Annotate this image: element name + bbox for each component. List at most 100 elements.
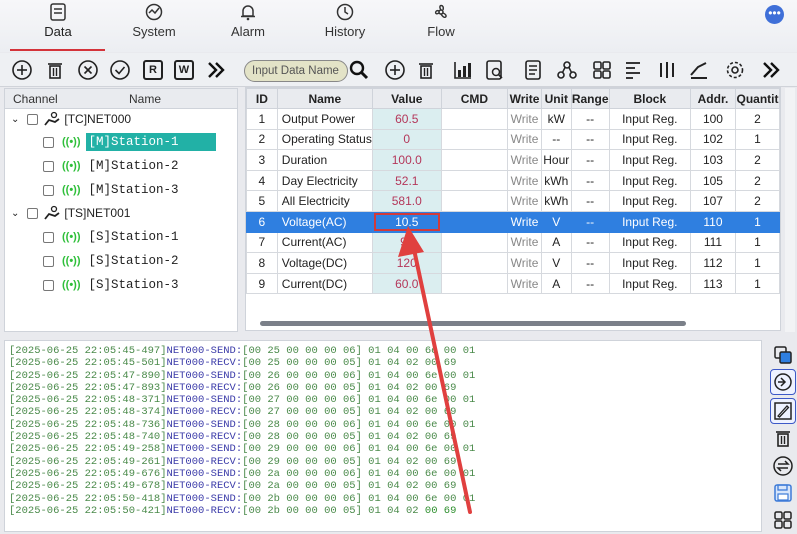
node-checkbox[interactable]: [43, 279, 54, 291]
node-checkbox[interactable]: [43, 255, 54, 267]
inspect-button[interactable]: [482, 57, 508, 83]
copy-log-button[interactable]: [770, 342, 796, 368]
tree-group-node[interactable]: ⌄ [TC]NET000: [5, 108, 237, 130]
table-cell[interactable]: Write: [507, 108, 542, 130]
table-cell[interactable]: Write: [507, 190, 542, 212]
table-row[interactable]: 6 Voltage(AC) 10.5 Write V -- Input Reg. 110 1: [246, 210, 780, 233]
expand-button[interactable]: [203, 57, 229, 83]
table-cell[interactable]: Write: [507, 149, 542, 171]
more-tools-button[interactable]: [758, 57, 784, 83]
read-button[interactable]: R: [140, 57, 166, 83]
tree-station-node[interactable]: ((•)) [M]Station-1: [5, 131, 237, 153]
save-log-button[interactable]: [770, 480, 796, 506]
table-cell[interactable]: [440, 190, 509, 212]
column-header[interactable]: Name: [276, 88, 373, 109]
menu-flow[interactable]: Flow: [424, 2, 458, 50]
table-cell[interactable]: 100.0: [371, 149, 442, 171]
node-checkbox[interactable]: [43, 136, 54, 148]
column-header[interactable]: Value: [371, 88, 442, 109]
table-cell[interactable]: [440, 272, 509, 295]
column-header[interactable]: CMD: [440, 88, 509, 109]
layout-button[interactable]: [770, 507, 796, 533]
more-options-button[interactable]: •••: [765, 5, 784, 24]
column-header[interactable]: Block: [608, 88, 691, 109]
table-row[interactable]: 5 All Electricity 581.0 Write kWh -- Input Reg…: [246, 190, 780, 212]
tree-station-node[interactable]: ((•)) [M]Station-2: [5, 155, 237, 177]
chart-button[interactable]: [450, 57, 476, 83]
table-cell[interactable]: 52.1: [371, 169, 442, 192]
write-button[interactable]: W: [171, 57, 197, 83]
pause-log-button[interactable]: [770, 398, 796, 424]
table-row[interactable]: 1 Output Power 60.5 Write kW -- Input Reg. 100 2: [246, 108, 780, 130]
tree-station-node[interactable]: ((•)) [S]Station-1: [5, 226, 237, 248]
table-cell[interactable]: 92: [371, 231, 442, 254]
table-cell[interactable]: [440, 149, 509, 171]
table-horizontal-scrollbar[interactable]: [260, 321, 686, 326]
chevron-down-icon[interactable]: ⌄: [11, 114, 19, 125]
node-checkbox[interactable]: [43, 184, 54, 196]
table-row[interactable]: 8 Voltage(DC) 120 Write V -- Input Reg. 112 1: [246, 252, 780, 274]
table-cell[interactable]: Write: [507, 272, 542, 295]
tree-station-node[interactable]: ((•)) [S]Station-2: [5, 250, 237, 272]
table-cell[interactable]: [440, 210, 509, 233]
data-name-search-input[interactable]: Input Data Name: [244, 60, 348, 82]
table-row[interactable]: 3 Duration 100.0 Write Hour -- Input Reg. 103 2: [246, 149, 780, 171]
column-header[interactable]: Range: [570, 88, 610, 109]
table-cell[interactable]: 120: [371, 252, 442, 274]
column-header[interactable]: Addr.: [689, 88, 737, 109]
add-data-button[interactable]: [382, 57, 408, 83]
table-cell[interactable]: 581.0: [371, 190, 442, 212]
grid-button[interactable]: [589, 57, 615, 83]
settings-button[interactable]: [722, 57, 748, 83]
table-row[interactable]: 2 Operating Status 0 Write -- -- Input Reg. 102…: [246, 128, 780, 151]
table-cell[interactable]: [440, 169, 509, 192]
stop-button[interactable]: [75, 57, 101, 83]
node-checkbox[interactable]: [27, 207, 39, 219]
table-cell[interactable]: 10.5: [371, 210, 442, 233]
table-cell[interactable]: [440, 231, 509, 254]
table-cell[interactable]: [440, 252, 509, 274]
table-cell[interactable]: Write: [507, 128, 542, 151]
search-button[interactable]: [346, 57, 372, 83]
table-cell[interactable]: [440, 108, 509, 130]
tree-group-node[interactable]: ⌄ [TS]NET001: [5, 202, 237, 224]
menu-system[interactable]: System: [130, 2, 178, 50]
network-button[interactable]: [554, 57, 580, 83]
table-cell[interactable]: Write: [507, 231, 542, 254]
add-channel-button[interactable]: [9, 57, 35, 83]
table-row[interactable]: 7 Current(AC) 92 Write A -- Input Reg. 111 1: [246, 231, 780, 254]
menu-history[interactable]: History: [322, 2, 368, 50]
node-checkbox[interactable]: [27, 113, 39, 125]
menu-alarm[interactable]: Alarm: [228, 2, 268, 50]
columns-button[interactable]: [654, 57, 680, 83]
table-row[interactable]: 9 Current(DC) 60.0 Write A -- Input Reg. 113 1: [246, 272, 780, 295]
chevron-down-icon[interactable]: ⌄: [11, 208, 19, 219]
table-cell[interactable]: 0: [371, 128, 442, 151]
align-left-button[interactable]: [620, 57, 646, 83]
tree-station-node[interactable]: ((•)) [S]Station-3: [5, 274, 237, 296]
menu-data[interactable]: Data: [40, 2, 76, 50]
node-checkbox[interactable]: [43, 231, 54, 243]
table-cell[interactable]: [440, 128, 509, 151]
column-header[interactable]: Write: [507, 88, 542, 109]
swap-button[interactable]: [770, 453, 796, 479]
table-cell[interactable]: Write: [507, 210, 542, 233]
node-checkbox[interactable]: [43, 160, 54, 172]
column-header[interactable]: Unit: [540, 88, 572, 109]
value-edit-box[interactable]: 10.5: [373, 212, 440, 231]
table-vertical-scrollbar[interactable]: [785, 88, 795, 332]
table-cell[interactable]: Write: [507, 252, 542, 274]
notes-button[interactable]: [520, 57, 546, 83]
table-row[interactable]: 4 Day Electricity 52.1 Write kWh -- Input Reg.…: [246, 169, 780, 192]
scroll-log-button[interactable]: [770, 369, 796, 395]
signal-button[interactable]: [686, 57, 712, 83]
table-cell[interactable]: 60.5: [371, 108, 442, 130]
column-header[interactable]: Quantit: [735, 88, 780, 109]
column-header[interactable]: ID: [246, 88, 278, 109]
delete-button[interactable]: [42, 57, 68, 83]
tree-station-node[interactable]: ((•)) [M]Station-3: [5, 179, 237, 201]
delete-data-button[interactable]: [413, 57, 439, 83]
clear-log-button[interactable]: [770, 425, 796, 451]
confirm-button[interactable]: [107, 57, 133, 83]
table-cell[interactable]: 60.0: [371, 272, 442, 295]
